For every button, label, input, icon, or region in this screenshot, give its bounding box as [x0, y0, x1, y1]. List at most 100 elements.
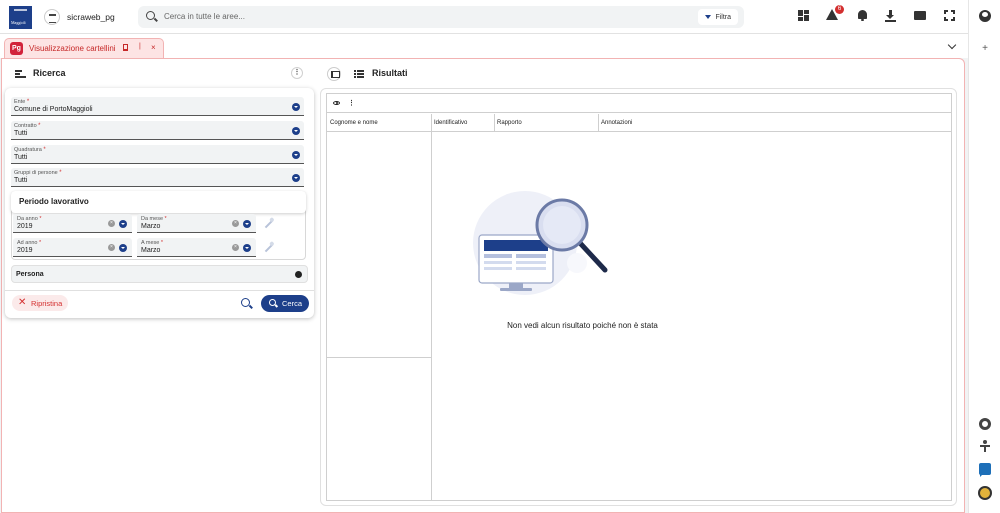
search-button[interactable]: Cerca	[261, 295, 309, 312]
chat-icon[interactable]	[979, 463, 991, 477]
search-button-label: Cerca	[282, 299, 303, 308]
dashboard-icon[interactable]	[797, 9, 811, 23]
results-panel-title: Risultati	[372, 68, 408, 78]
grid-toolbar: ⋮	[327, 94, 951, 113]
fullscreen-icon[interactable]	[943, 9, 957, 23]
filter-label: Filtra	[715, 13, 731, 21]
da-anno-select[interactable]: Da anno * 2019 ×	[13, 214, 132, 233]
search-list-icon	[15, 70, 26, 78]
required-marker: *	[59, 170, 62, 176]
required-marker: *	[39, 216, 42, 222]
search-icon	[146, 11, 155, 20]
clear-icon[interactable]: ×	[108, 220, 115, 227]
contratto-select[interactable]: Contratto * Tutti	[11, 121, 304, 140]
periodo-lavorativo-title: Periodo lavorativo	[19, 197, 89, 206]
da-anno-label: Da anno	[17, 216, 38, 222]
expand-icon[interactable]	[295, 271, 302, 278]
clear-icon[interactable]: ×	[232, 244, 239, 251]
ente-select[interactable]: Ente * Comune di PortoMaggioli	[11, 97, 304, 116]
grid-menu-button[interactable]: ⋮	[348, 99, 355, 107]
dropdown-icon[interactable]	[119, 220, 127, 228]
clear-icon[interactable]: ×	[108, 244, 115, 251]
column-header-rapporto[interactable]: Rapporto	[494, 114, 598, 132]
periodo-lavorativo-header[interactable]: Periodo lavorativo	[11, 191, 306, 213]
institution-icon[interactable]	[44, 9, 60, 25]
required-marker: *	[39, 240, 42, 246]
row-divider	[327, 357, 431, 358]
a-mese-label: A mese	[141, 240, 160, 246]
ente-value: Comune di PortoMaggioli	[14, 106, 93, 113]
persona-section[interactable]: Persona	[11, 265, 308, 283]
da-mese-label: Da mese	[141, 216, 164, 222]
da-mese-select[interactable]: Da mese * Marzo ×	[137, 214, 256, 233]
close-icon: ✕	[18, 297, 27, 308]
user-avatar-icon[interactable]	[979, 10, 991, 22]
reset-label: Ripristina	[31, 299, 63, 308]
top-bar: Maggioli sicraweb_pg Cerca in tutte le a…	[0, 0, 968, 34]
gruppi-persone-value: Tutti	[14, 177, 28, 184]
required-marker: *	[26, 99, 30, 105]
quadratura-value: Tutti	[14, 154, 28, 161]
column-divider	[598, 114, 599, 132]
help-icon[interactable]	[978, 486, 992, 500]
list-icon	[354, 70, 364, 78]
eye-icon[interactable]	[333, 101, 340, 105]
chevron-down-icon[interactable]	[947, 40, 957, 50]
dropdown-icon[interactable]	[243, 244, 251, 252]
a-mese-select[interactable]: A mese * Marzo ×	[137, 238, 256, 257]
tab-separator: |	[139, 43, 141, 50]
add-icon[interactable]: +	[979, 43, 991, 55]
required-marker: *	[38, 123, 41, 129]
accessibility-icon[interactable]	[979, 440, 991, 452]
tab-visualizzazione-cartellini[interactable]: Pg Visualizzazione cartellini | ×	[4, 38, 164, 58]
tab-strip: Pg Visualizzazione cartellini | ×	[0, 34, 968, 58]
dropdown-icon[interactable]	[292, 151, 300, 159]
contratto-label: Contratto	[14, 123, 37, 129]
required-marker: *	[164, 216, 167, 222]
quadratura-select[interactable]: Quadratura * Tutti	[11, 145, 304, 164]
dropdown-icon[interactable]	[292, 127, 300, 135]
download-icon[interactable]	[884, 9, 898, 23]
persona-label: Persona	[16, 271, 44, 278]
column-header-identificativo[interactable]: Identificativo	[431, 114, 494, 132]
reset-button[interactable]: ✕ Ripristina	[12, 295, 68, 311]
required-marker: *	[160, 240, 164, 246]
column-header-annotazioni[interactable]: Annotazioni	[598, 114, 951, 132]
filter-icon	[705, 15, 712, 19]
close-icon[interactable]: ×	[151, 43, 156, 52]
ad-anno-label: Ad anno	[17, 240, 38, 246]
dropdown-icon[interactable]	[243, 220, 251, 228]
ad-anno-value: 2019	[17, 247, 33, 254]
required-marker: *	[43, 147, 46, 153]
gruppi-persone-select[interactable]: Gruppi di persone * Tutti	[11, 168, 304, 187]
filter-button[interactable]: Filtra	[698, 9, 738, 25]
dropdown-icon[interactable]	[292, 103, 300, 111]
column-divider	[494, 114, 495, 132]
bell-icon[interactable]	[856, 9, 870, 23]
dropdown-icon[interactable]	[292, 174, 300, 182]
toggle-sidebar-icon[interactable]	[327, 67, 341, 81]
module-badge-icon: Pg	[10, 42, 23, 55]
clear-icon[interactable]: ×	[232, 220, 239, 227]
ad-anno-select[interactable]: Ad anno * 2019 ×	[13, 238, 132, 257]
global-search-bar[interactable]: Cerca in tutte le aree... Filtra	[138, 6, 744, 28]
right-rail: +	[968, 0, 1000, 513]
search-input[interactable]: Cerca in tutte le aree...	[164, 12, 245, 21]
search-panel-menu-button[interactable]: ⋮	[291, 67, 303, 79]
quadratura-label: Quadratura	[14, 147, 42, 153]
column-header-cognome-nome[interactable]: Cognome e nome	[327, 114, 431, 132]
advanced-search-icon[interactable]	[241, 298, 250, 307]
monitor-header-bar	[484, 240, 548, 251]
bookmark-icon[interactable]	[123, 44, 128, 51]
divider	[5, 290, 314, 291]
warning-icon[interactable]: 6	[826, 5, 844, 23]
tab-label: Visualizzazione cartellini	[29, 44, 116, 53]
ente-label: Ente	[14, 99, 26, 105]
app-name: sicraweb_pg	[67, 12, 115, 22]
gruppi-persone-label: Gruppi di persone	[14, 170, 58, 176]
gear-icon[interactable]	[979, 418, 991, 430]
illustration-cloud	[567, 253, 587, 273]
maggioli-logo[interactable]: Maggioli	[9, 6, 32, 29]
dropdown-icon[interactable]	[119, 244, 127, 252]
mail-icon[interactable]	[913, 9, 927, 23]
